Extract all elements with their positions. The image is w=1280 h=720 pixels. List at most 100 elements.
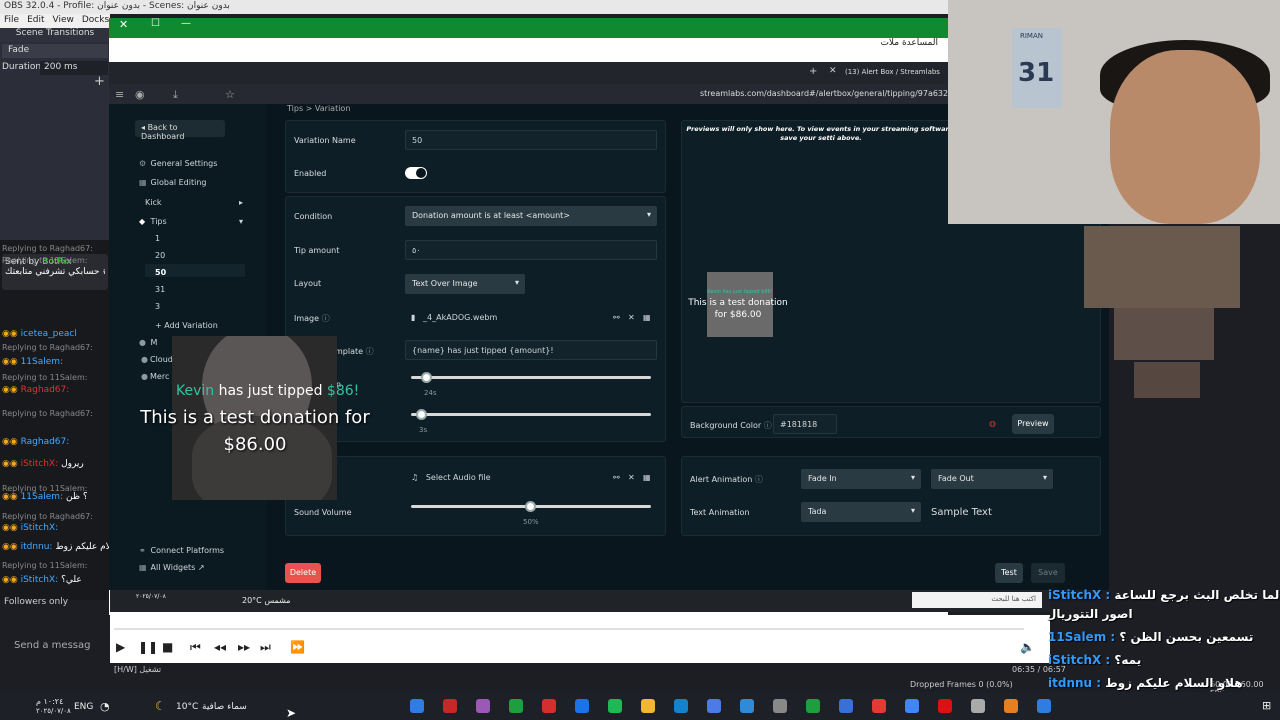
close-icon[interactable]: ✕ xyxy=(119,18,128,31)
sidebar-item-global[interactable]: ▦ Global Editing xyxy=(139,178,206,187)
address-bar[interactable]: streamlabs.com/dashboard#/alertbox/gener… xyxy=(700,89,948,98)
variation-name-input[interactable]: 50 xyxy=(405,130,657,150)
save-button[interactable]: Save xyxy=(1031,563,1065,583)
delete-button[interactable]: Delete xyxy=(285,563,321,583)
grid-icon[interactable]: ▦ xyxy=(643,313,651,322)
add-variation-button[interactable]: + Add Variation xyxy=(155,321,218,330)
sidebar-item-m[interactable]: ● M xyxy=(139,338,157,347)
inner-search-box[interactable]: اكتب هنا للبحث xyxy=(912,592,1042,608)
taskbar-app-icon[interactable] xyxy=(443,699,457,713)
chat-username[interactable]: iStitchX: xyxy=(21,523,59,533)
minimize-icon[interactable]: — xyxy=(181,18,191,29)
taskbar-app-icon[interactable] xyxy=(773,699,787,713)
taskbar-app-icon[interactable] xyxy=(641,699,655,713)
taskbar-app-icon[interactable] xyxy=(872,699,886,713)
taskbar-app-icon[interactable] xyxy=(1037,699,1051,713)
link-icon[interactable]: ⚯ xyxy=(613,313,620,322)
menu-file[interactable]: File xyxy=(4,15,19,27)
maximize-icon[interactable]: ☐ xyxy=(151,18,160,29)
taskbar-app-icon[interactable] xyxy=(740,699,754,713)
variation-item[interactable]: 3 xyxy=(155,302,160,311)
taskbar-app-icon[interactable] xyxy=(476,699,490,713)
variation-item[interactable]: 31 xyxy=(155,285,165,294)
star-icon[interactable]: ☆ xyxy=(225,88,235,101)
test-button[interactable]: Test xyxy=(995,563,1023,583)
tab-close-icon[interactable]: ✕ xyxy=(829,66,837,76)
skip-end-icon[interactable]: ⏭ xyxy=(260,640,271,655)
chat-username[interactable]: Raghad67: xyxy=(21,385,70,395)
taskbar-app-icon[interactable] xyxy=(575,699,589,713)
back-to-dashboard-button[interactable]: ◂ Back to Dashboard xyxy=(135,120,225,141)
windows-start-icon[interactable]: ⊞ xyxy=(1262,699,1271,712)
forward-icon[interactable]: ▸▸ xyxy=(238,640,250,654)
variation-item[interactable]: 20 xyxy=(155,251,165,260)
animation-in-select[interactable]: Fade In xyxy=(801,469,921,489)
taskbar-app-icon[interactable] xyxy=(806,699,820,713)
chat-username[interactable]: iStitchX: xyxy=(21,459,59,469)
taskbar-app-icon[interactable] xyxy=(542,699,556,713)
color-picker-icon[interactable]: ◍ xyxy=(989,419,996,428)
menu-edit[interactable]: Edit xyxy=(27,15,44,27)
delay-slider-handle[interactable] xyxy=(416,409,427,420)
link-icon[interactable]: ⚯ xyxy=(613,473,620,482)
all-widgets-link[interactable]: ▦ All Widgets ↗ xyxy=(139,563,205,572)
chat-username[interactable]: 11Salem: xyxy=(21,492,64,502)
menu-docks[interactable]: Docks xyxy=(82,15,109,27)
taskbar-app-icon[interactable] xyxy=(608,699,622,713)
new-tab-icon[interactable]: + xyxy=(809,66,817,77)
sidebar-item-tips[interactable]: ◆ Tips ▾ xyxy=(139,217,243,226)
seek-bar[interactable] xyxy=(114,628,1024,630)
background-color-input[interactable]: #181818 xyxy=(773,414,837,434)
chat-username[interactable]: icetea_peacl xyxy=(21,329,77,339)
browser-tab-title[interactable]: (13) Alert Box / Streamlabs xyxy=(845,68,940,76)
skip-start-icon[interactable]: ⏮ xyxy=(190,640,201,655)
menu-view[interactable]: View xyxy=(53,15,74,27)
sound-file-field[interactable]: ♫ Select Audio file ⚯ ✕ ▦ xyxy=(405,468,657,488)
duration-slider-track[interactable] xyxy=(411,376,651,379)
remove-icon[interactable]: ✕ xyxy=(628,313,635,322)
volume-icon[interactable]: 🔈 xyxy=(1020,640,1035,654)
taskbar-app-icon[interactable] xyxy=(707,699,721,713)
chat-username[interactable]: Raghad67: xyxy=(21,437,70,447)
sidebar-item-kick[interactable]: Kick ▸ xyxy=(145,198,243,207)
play-icon[interactable]: ▶ xyxy=(116,640,125,654)
chat-username[interactable]: iStitchX: xyxy=(21,575,59,585)
taskbar-app-icon[interactable] xyxy=(1004,699,1018,713)
menu-icon[interactable]: ≡ xyxy=(115,88,124,101)
taskbar-app-icon[interactable] xyxy=(839,699,853,713)
taskbar-app-icon[interactable] xyxy=(410,699,424,713)
enabled-toggle[interactable] xyxy=(405,167,427,179)
taskbar-app-icon[interactable] xyxy=(971,699,985,713)
chat-send-input[interactable]: Send a messag xyxy=(14,640,90,651)
remove-icon[interactable]: ✕ xyxy=(628,473,635,482)
pause-icon[interactable]: ❚❚ xyxy=(138,640,158,654)
stop-icon[interactable]: ■ xyxy=(162,640,173,654)
browser-logo-icon[interactable]: ◉ xyxy=(135,88,145,101)
transition-select[interactable]: Fade xyxy=(2,44,108,58)
taskbar-app-icon[interactable] xyxy=(938,699,952,713)
animation-out-select[interactable]: Fade Out xyxy=(931,469,1053,489)
condition-select[interactable]: Donation amount is at least <amount> xyxy=(405,206,657,226)
tip-amount-input[interactable]: ٥٠ xyxy=(405,240,657,260)
chat-username[interactable]: itdnnu: xyxy=(21,542,53,552)
add-transition-icon[interactable]: + xyxy=(94,74,105,89)
duration-slider-handle[interactable] xyxy=(421,372,432,383)
delay-slider-track[interactable] xyxy=(411,413,651,416)
variation-item[interactable]: 1 xyxy=(155,234,160,243)
taskbar-app-icon[interactable] xyxy=(509,699,523,713)
variation-item[interactable]: 50 xyxy=(155,268,166,277)
message-template-input[interactable]: {name} has just tipped {amount}! xyxy=(405,340,657,360)
chat-username[interactable]: 11Salem: xyxy=(21,357,64,367)
download-icon[interactable]: ⤓ xyxy=(173,88,178,102)
preview-button[interactable]: Preview xyxy=(1012,414,1054,434)
taskbar-app-icon[interactable] xyxy=(905,699,919,713)
taskbar-app-icon[interactable] xyxy=(674,699,688,713)
volume-slider-handle[interactable] xyxy=(525,501,536,512)
grid-icon[interactable]: ▦ xyxy=(643,473,651,482)
text-animation-select[interactable]: Tada xyxy=(801,502,921,522)
rewind-icon[interactable]: ◂◂ xyxy=(214,640,226,654)
image-file-field[interactable]: ▮ _4_AkADOG.webm ⚯ ✕ ▦ xyxy=(405,308,657,328)
duration-input[interactable]: 200 ms xyxy=(40,61,108,75)
layout-select[interactable]: Text Over Image xyxy=(405,274,525,294)
wifi-icon[interactable]: ◔ xyxy=(100,700,110,713)
